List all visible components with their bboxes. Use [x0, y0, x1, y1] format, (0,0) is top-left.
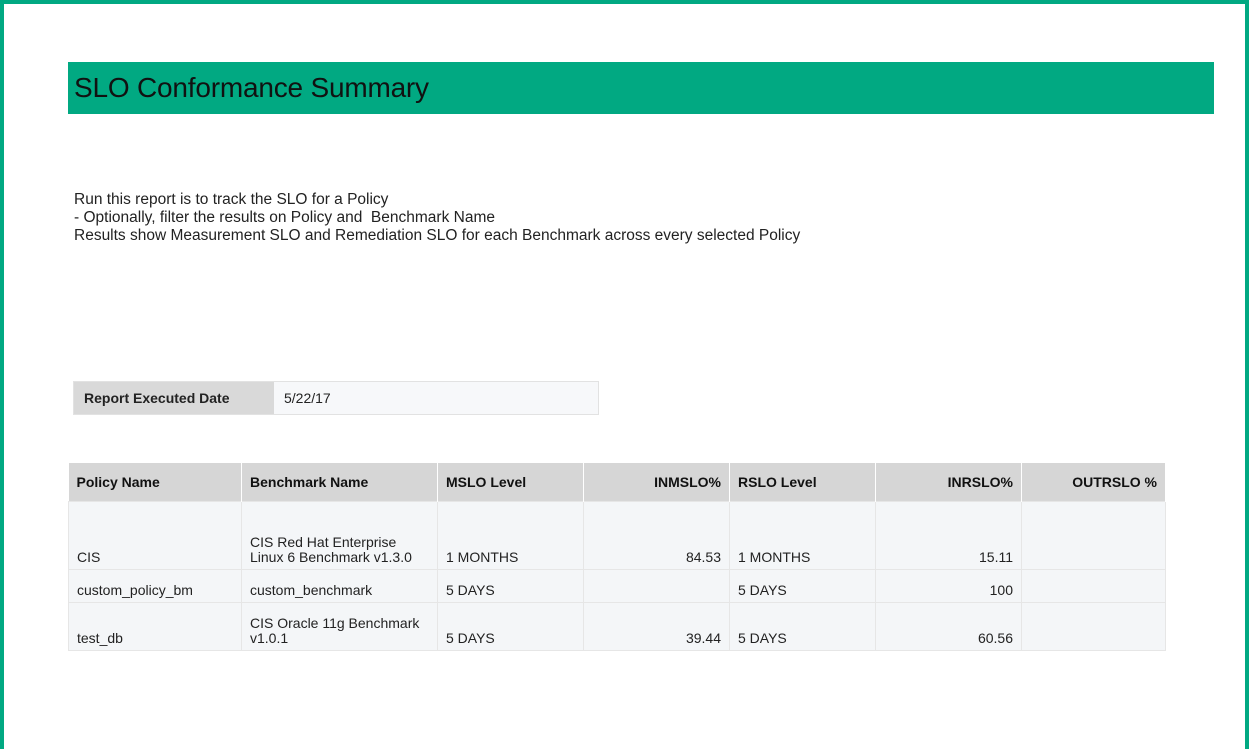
executed-date-value: 5/22/17: [284, 390, 331, 406]
cell-mslo-level: 5 DAYS: [437, 569, 584, 603]
description-line: Run this report is to track the SLO for …: [74, 191, 389, 208]
cell-inmslo: 84.53: [583, 501, 730, 570]
table-row: custom_policy_bm custom_benchmark 5 DAYS…: [68, 569, 1166, 603]
executed-date-label: Report Executed Date: [74, 382, 274, 414]
cell-rslo-level: 5 DAYS: [729, 569, 876, 603]
cell-inmslo: [583, 569, 730, 603]
description-line: - Optionally, filter the results on Poli…: [74, 209, 495, 226]
cell-policy-name: custom_policy_bm: [68, 569, 242, 603]
cell-rslo-level: 1 MONTHS: [729, 501, 876, 570]
cell-mslo-level: 1 MONTHS: [437, 501, 584, 570]
report-title: SLO Conformance Summary: [74, 72, 429, 103]
col-header-policy-name: Policy Name: [68, 463, 242, 502]
cell-benchmark-name: custom_benchmark: [241, 569, 438, 603]
col-header-rslo-level: RSLO Level: [729, 463, 876, 502]
cell-mslo-level: 5 DAYS: [437, 602, 584, 651]
description-line: Results show Measurement SLO and Remedia…: [74, 227, 801, 244]
slo-table: Policy Name Benchmark Name MSLO Level IN…: [68, 463, 1166, 651]
col-header-outrslo: OUTRSLO %: [1021, 463, 1166, 502]
cell-inrslo: 60.56: [875, 602, 1022, 651]
cell-inmslo: 39.44: [583, 602, 730, 651]
report-frame: SLO Conformance Summary Run this report …: [0, 0, 1249, 749]
cell-policy-name: CIS: [68, 501, 242, 570]
executed-date-box: Report Executed Date 5/22/17: [73, 381, 599, 415]
report-description: Run this report is to track the SLO for …: [74, 191, 800, 245]
cell-inrslo: 100: [875, 569, 1022, 603]
cell-rslo-level: 5 DAYS: [729, 602, 876, 651]
table-row: test_db CIS Oracle 11g Benchmark v1.0.1 …: [68, 602, 1166, 651]
cell-policy-name: test_db: [68, 602, 242, 651]
cell-outrslo: [1021, 602, 1166, 651]
cell-benchmark-name: CIS Oracle 11g Benchmark v1.0.1: [241, 602, 438, 651]
col-header-mslo-level: MSLO Level: [437, 463, 584, 502]
table-header-row: Policy Name Benchmark Name MSLO Level IN…: [68, 463, 1166, 502]
col-header-benchmark-name: Benchmark Name: [241, 463, 438, 502]
cell-inrslo: 15.11: [875, 501, 1022, 570]
cell-benchmark-name: CIS Red Hat Enterprise Linux 6 Benchmark…: [241, 501, 438, 570]
col-header-inmslo: INMSLO%: [583, 463, 730, 502]
col-header-inrslo: INRSLO%: [875, 463, 1022, 502]
cell-outrslo: [1021, 569, 1166, 603]
cell-outrslo: [1021, 501, 1166, 570]
title-bar: SLO Conformance Summary: [68, 62, 1214, 114]
table-row: CIS CIS Red Hat Enterprise Linux 6 Bench…: [68, 501, 1166, 570]
